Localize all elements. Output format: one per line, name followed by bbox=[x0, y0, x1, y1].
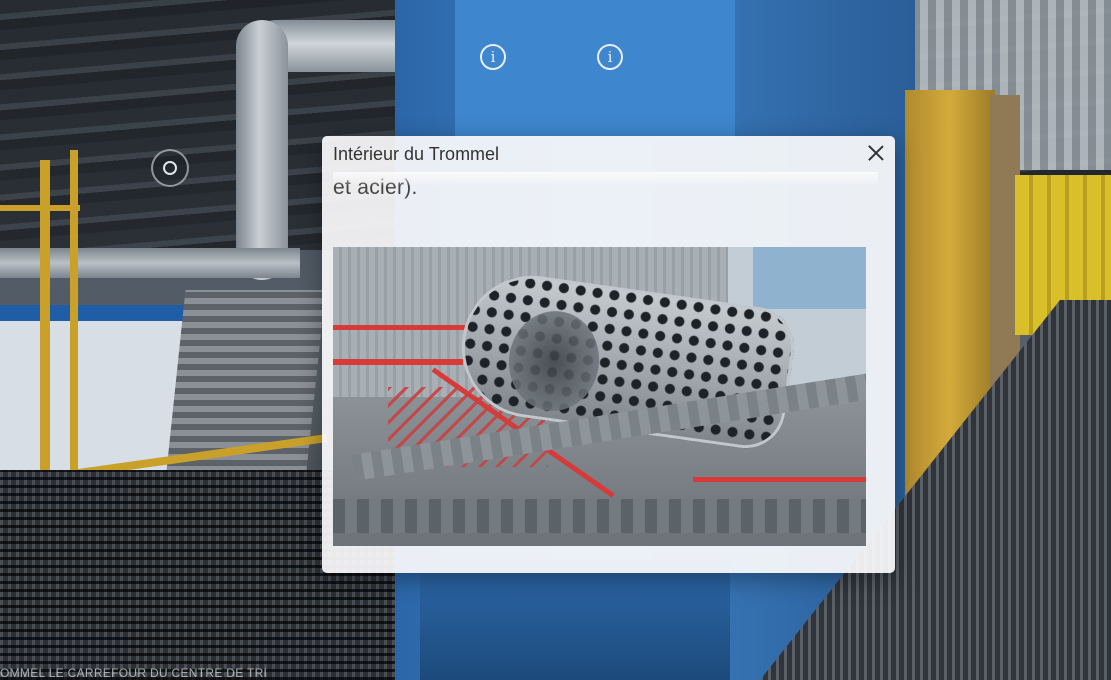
ventilation-duct-vertical bbox=[236, 20, 288, 280]
yellow-railing-bar bbox=[0, 205, 80, 211]
close-icon[interactable] bbox=[865, 142, 887, 164]
trommel-machine-top bbox=[455, 0, 735, 140]
photo-conveyor-frame bbox=[333, 499, 866, 533]
yellow-railing-post bbox=[70, 150, 78, 480]
photo-red-railing bbox=[333, 325, 483, 330]
info-modal: Intérieur du Trommel et acier). bbox=[322, 136, 895, 573]
photo-red-railing bbox=[333, 359, 463, 365]
hopper bbox=[420, 560, 730, 680]
modal-scroll-text[interactable]: et acier). bbox=[333, 172, 878, 240]
target-ring-icon bbox=[163, 161, 177, 175]
scroll-fade bbox=[333, 172, 878, 186]
photo-red-railing bbox=[693, 477, 866, 482]
navigation-hotspot-icon[interactable] bbox=[151, 149, 189, 187]
info-hotspot-icon[interactable]: i bbox=[597, 44, 623, 70]
trommel-photo bbox=[333, 247, 866, 546]
scene-caption: OMMEL LE CARREFOUR DU CENTRE DE TRI bbox=[0, 666, 268, 680]
photo-blue-panel bbox=[753, 247, 866, 309]
info-icon: i bbox=[490, 48, 496, 66]
info-hotspot-icon[interactable]: i bbox=[480, 44, 506, 70]
modal-title: Intérieur du Trommel bbox=[333, 144, 500, 164]
info-icon: i bbox=[607, 48, 613, 66]
